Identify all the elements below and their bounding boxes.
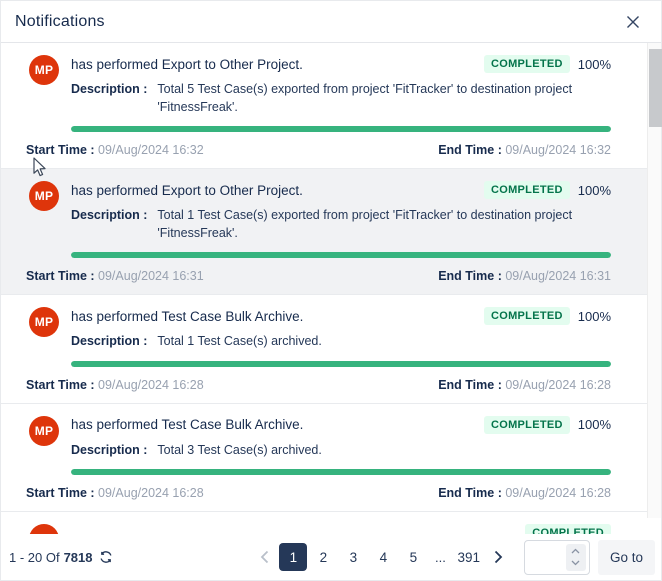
spinner-up-button[interactable] (571, 546, 580, 557)
action-text: has performed Export to Other Project. (71, 182, 303, 198)
chevron-up-icon (572, 548, 580, 554)
page-button-5[interactable]: 5 (399, 543, 427, 571)
end-time-label: End Time : (438, 486, 502, 500)
avatar: MP (29, 307, 59, 337)
start-time-label: Start Time : (26, 269, 95, 283)
progress-percent: 100% (577, 308, 611, 324)
end-time-label: End Time : (438, 269, 502, 283)
progress-bar-fill (71, 252, 611, 258)
dialog-title: Notifications (15, 12, 105, 30)
description-label: Description : (71, 82, 148, 96)
progress-bar (71, 469, 611, 475)
action-text: has performed Export to Other Project. (71, 56, 303, 72)
status-badge: COMPLETED (525, 524, 611, 534)
status-badge: COMPLETED (483, 307, 570, 325)
chevron-left-icon (260, 550, 269, 564)
status-badge: COMPLETED (483, 181, 570, 199)
pagination: 1 2 3 4 5 ... 391 (251, 543, 512, 571)
end-time-value: 09/Aug/2024 16:32 (505, 143, 611, 157)
end-time: End Time : 09/Aug/2024 16:31 (438, 269, 611, 283)
page-number-input-wrap (523, 539, 590, 575)
close-button[interactable] (621, 10, 645, 34)
page-button-4[interactable]: 4 (369, 543, 397, 571)
description-text: Total 1 Test Case(s) exported from proje… (157, 208, 573, 240)
pagination-footer: 1 - 20 Of 7818 1 2 3 4 5 ... 391 Go to (1, 534, 661, 580)
description-label: Description : (71, 442, 148, 457)
refresh-button[interactable] (97, 550, 115, 564)
notification-item-partial[interactable]: MP COMPLETED (1, 511, 647, 534)
notification-list: MP has performed Export to Other Project… (1, 43, 661, 534)
page-ellipsis: ... (435, 549, 446, 565)
progress-bar (71, 252, 611, 258)
description-label: Description : (71, 208, 148, 222)
scrollbar-thumb[interactable] (649, 49, 662, 127)
scrollbar-track[interactable] (647, 43, 662, 518)
progress-percent: 100% (577, 56, 611, 72)
start-time-label: Start Time : (26, 486, 95, 500)
status-badge: COMPLETED (483, 55, 570, 73)
end-time-label: End Time : (438, 377, 502, 392)
page-button-1[interactable]: 1 (279, 543, 308, 571)
end-time-value: 09/Aug/2024 16:31 (505, 269, 611, 283)
progress-bar-fill (71, 360, 611, 367)
progress-bar (71, 126, 611, 132)
avatar: MP (29, 524, 59, 534)
notification-item[interactable]: MP has performed Test Case Bulk Archive.… (1, 294, 647, 403)
description-label: Description : (71, 334, 148, 348)
page-button-391[interactable]: 391 (453, 543, 484, 571)
notification-item[interactable]: MP has performed Export to Other Project… (1, 43, 647, 168)
end-time-value: 09/Aug/2024 16:28 (505, 486, 611, 500)
page-button-2[interactable]: 2 (309, 543, 337, 571)
goto-button[interactable]: Go to (597, 539, 655, 575)
page-button-3[interactable]: 3 (339, 543, 367, 571)
chevron-down-icon (572, 560, 580, 566)
progress-bar-fill (71, 469, 611, 475)
start-time-label: Start Time : (26, 377, 95, 392)
notifications-dialog: Notifications MP has performed Export to… (0, 0, 662, 581)
progress-bar (71, 360, 611, 367)
dialog-header: Notifications (1, 1, 661, 43)
action-text: has performed Test Case Bulk Archive. (71, 308, 304, 324)
start-time-value: 09/Aug/2024 16:28 (98, 377, 204, 392)
chevron-right-icon (495, 550, 503, 564)
start-time-value: 09/Aug/2024 16:31 (98, 269, 204, 283)
description-text: Total 5 Test Case(s) exported from proje… (157, 82, 573, 114)
next-page-button[interactable] (486, 543, 512, 571)
notification-item[interactable]: MP has performed Export to Other Project… (1, 168, 647, 294)
end-time-value: 09/Aug/2024 16:28 (505, 377, 611, 392)
start-time: Start Time : 09/Aug/2024 16:28 (26, 486, 204, 500)
refresh-icon (99, 551, 112, 563)
start-time-label: Start Time : (26, 143, 95, 157)
result-range: 1 - 20 Of 7818 (9, 550, 115, 565)
number-spinner (565, 543, 586, 571)
status-badge: COMPLETED (483, 415, 570, 434)
progress-percent: 100% (577, 182, 611, 198)
description-text: Total 1 Test Case(s) archived. (157, 334, 322, 348)
avatar: MP (29, 415, 59, 446)
close-icon (627, 15, 639, 28)
end-time: End Time : 09/Aug/2024 16:32 (438, 143, 611, 157)
start-time-value: 09/Aug/2024 16:28 (98, 486, 204, 500)
end-time: End Time : 09/Aug/2024 16:28 (438, 378, 611, 392)
range-label: 1 - 20 Of (9, 549, 60, 565)
progress-bar-fill (71, 126, 611, 132)
start-time: Start Time : 09/Aug/2024 16:31 (26, 269, 204, 283)
description-text: Total 3 Test Case(s) archived. (157, 442, 322, 457)
start-time: Start Time : 09/Aug/2024 16:28 (26, 378, 204, 392)
goto-page-group: Go to (523, 539, 655, 575)
end-time: End Time : 09/Aug/2024 16:28 (438, 486, 611, 500)
notification-item[interactable]: MP has performed Test Case Bulk Archive.… (1, 402, 647, 511)
avatar: MP (29, 181, 59, 211)
action-text: has performed Test Case Bulk Archive. (71, 417, 304, 432)
end-time-label: End Time : (438, 143, 502, 157)
start-time: Start Time : 09/Aug/2024 16:32 (26, 143, 204, 157)
spinner-down-button[interactable] (571, 558, 580, 569)
progress-percent: 100% (577, 417, 611, 432)
start-time-value: 09/Aug/2024 16:32 (98, 143, 204, 157)
total-count: 7818 (63, 549, 93, 565)
previous-page-button[interactable] (251, 543, 277, 571)
avatar: MP (29, 55, 59, 85)
